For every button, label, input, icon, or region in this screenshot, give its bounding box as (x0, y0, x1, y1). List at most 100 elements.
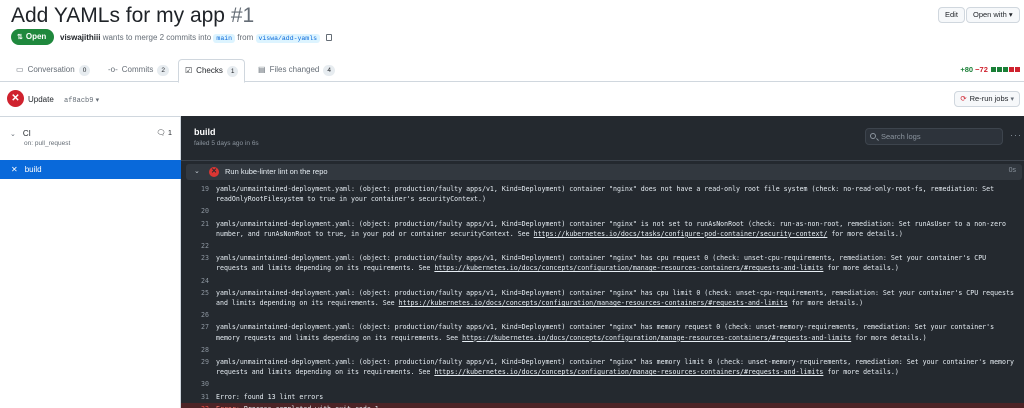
log-line: 20 (181, 205, 1024, 217)
log-text-segment: for more details.) (851, 333, 927, 342)
line-number[interactable]: 27 (181, 322, 216, 342)
sync-icon: ⟳ (960, 94, 967, 103)
log-line: 26 (181, 309, 1024, 321)
additions-count: +80 (960, 65, 974, 74)
open-with-button[interactable]: Open with ▾ (966, 7, 1020, 23)
git-pull-request-icon: ⇅ (17, 34, 23, 41)
line-number[interactable]: 25 (181, 288, 216, 308)
head-branch[interactable]: viswa/add-yamls (255, 34, 321, 43)
diffstat-block (997, 67, 1002, 72)
log-line: 21 yamls/unmaintained-deployment.yaml: (o… (181, 218, 1024, 240)
line-number[interactable]: 24 (181, 276, 216, 286)
log-text-segment: Error: found 13 lint errors (216, 392, 324, 401)
pr-meta: viswajithiii wants to merge 2 commits in… (60, 32, 333, 44)
line-number[interactable]: 20 (181, 206, 216, 216)
job-item-build[interactable]: ✕ build (0, 160, 181, 179)
edit-button[interactable]: Edit (938, 7, 965, 23)
divider (181, 160, 1024, 161)
tab-count: 4 (323, 65, 335, 76)
line-number[interactable]: 29 (181, 357, 216, 377)
rerun-label: Re-run jobs (969, 94, 1009, 103)
line-number[interactable]: 28 (181, 345, 216, 355)
tab-count: 0 (78, 65, 91, 76)
diffstat: +80 −72 (960, 65, 1020, 74)
chevron-down-icon: ▾ (1010, 96, 1014, 103)
line-number[interactable]: 31 (181, 392, 216, 402)
log-text: Error: Process completed with exit code … (216, 404, 1024, 408)
pr-number: #1 (230, 4, 255, 27)
line-number[interactable]: 30 (181, 379, 216, 389)
step-header[interactable]: ⌄ ✕ Run kube-linter lint on the repo 0s (186, 164, 1022, 180)
log-text: yamls/unmaintained-deployment.yaml: (obj… (216, 184, 1024, 204)
file-diff-icon: ▤ (258, 65, 266, 74)
tab-label: Commits (121, 65, 154, 74)
log-line: 29 yamls/unmaintained-deployment.yaml: (o… (181, 356, 1024, 378)
tab-conversation[interactable]: ▭ Conversation 0 (10, 59, 96, 82)
tab-label: Checks (196, 66, 223, 75)
docs-link[interactable]: https://kubernetes.io/docs/concepts/conf… (434, 264, 823, 272)
tab-label: Conversation (27, 65, 75, 74)
pr-state-badge: ⇅ Open (11, 29, 55, 45)
log-line: 31 Error: found 13 lint errors (181, 391, 1024, 403)
line-number[interactable]: 21 (181, 219, 216, 239)
log-text: yamls/unmaintained-deployment.yaml: (obj… (216, 322, 1024, 342)
line-number[interactable]: 19 (181, 184, 216, 204)
tab-files-changed[interactable]: ▤ Files changed 4 (252, 59, 341, 82)
workflow-item[interactable]: ⌄ CI (10, 129, 31, 138)
search-placeholder: Search logs (881, 132, 921, 141)
workflow-name: CI (22, 129, 31, 138)
commit-title: Update (28, 95, 54, 104)
log-line: 22 (181, 240, 1024, 252)
pr-title: Add YAMLs for my app #1 (11, 3, 254, 29)
tab-count: 2 (157, 65, 169, 76)
checks-sidebar: ⌄ CI on: pull_request 🗨 1 ✕ build (0, 116, 181, 408)
line-number[interactable]: 26 (181, 310, 216, 320)
diffstat-block (1003, 67, 1008, 72)
commit-selector[interactable]: Update af8acb9 ▾ (28, 95, 99, 105)
log-line: 28 (181, 344, 1024, 356)
search-logs-input[interactable]: Search logs (865, 128, 1003, 145)
base-branch[interactable]: main (213, 34, 236, 43)
log-text: yamls/unmaintained-deployment.yaml: (obj… (216, 253, 1024, 273)
job-title: build (194, 127, 216, 137)
line-number[interactable]: 32 (181, 404, 216, 408)
commit-sha: af8acb9 (64, 97, 94, 105)
log-line-error: 32Error: Process completed with exit cod… (181, 402, 1024, 408)
rerun-jobs-button[interactable]: ⟳ Re-run jobs ▾ (954, 91, 1020, 107)
workflow-comments[interactable]: 🗨 1 (156, 128, 172, 137)
log-text-segment: for more details.) (787, 299, 864, 308)
log-text-segment: for more details.) (827, 229, 903, 238)
log-line: 24 (181, 275, 1024, 287)
kebab-menu-icon[interactable]: ··· (1010, 130, 1022, 140)
line-number[interactable]: 22 (181, 241, 216, 251)
docs-link[interactable]: https://kubernetes.io/docs/concepts/conf… (399, 299, 788, 307)
pr-title-text: Add YAMLs for my app (11, 4, 225, 27)
step-duration: 0s (1008, 167, 1016, 174)
tab-label: Files changed (269, 65, 320, 74)
log-text-segment: for more details.) (823, 368, 899, 377)
tab-checks[interactable]: ☑ Checks 1 (178, 59, 246, 83)
line-number[interactable]: 23 (181, 253, 216, 273)
log-text: Error: found 13 lint errors (216, 392, 1024, 402)
log-lines: 19 yamls/unmaintained-deployment.yaml: (o… (181, 183, 1024, 408)
chevron-down-icon: ⌄ (10, 131, 16, 138)
merge-text: wants to merge 2 commits into (102, 33, 212, 42)
deletions-count: −72 (975, 65, 988, 74)
tab-commits[interactable]: -o- Commits 2 (102, 59, 175, 82)
comment-icon: 🗨 (156, 128, 166, 137)
commit-icon: -o- (108, 65, 118, 74)
docs-link[interactable]: https://kubernetes.io/docs/tasks/configu… (534, 230, 828, 238)
pr-author[interactable]: viswajithiii (60, 33, 100, 42)
docs-link[interactable]: https://kubernetes.io/docs/concepts/conf… (462, 334, 851, 342)
log-line: 19 yamls/unmaintained-deployment.yaml: (o… (181, 183, 1024, 205)
diffstat-block (1015, 67, 1020, 72)
docs-link[interactable]: https://kubernetes.io/docs/concepts/conf… (434, 368, 823, 376)
checklist-icon: ☑ (185, 66, 193, 75)
copy-icon[interactable] (326, 34, 333, 41)
log-line: 27 yamls/unmaintained-deployment.yaml: (o… (181, 321, 1024, 343)
